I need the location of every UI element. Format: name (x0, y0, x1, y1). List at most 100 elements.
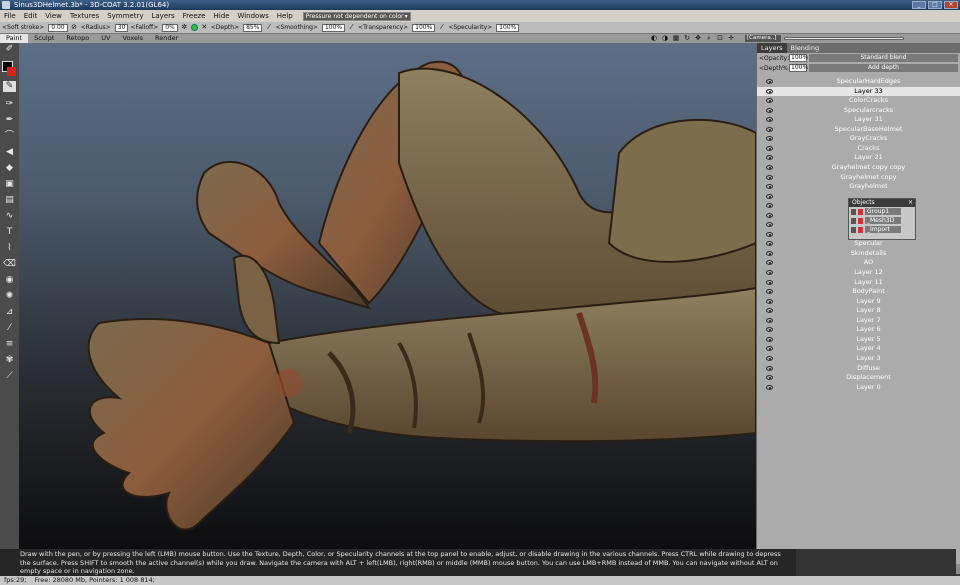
close-button[interactable]: × (944, 1, 958, 9)
layer-row[interactable]: Diffuse (757, 364, 960, 374)
text-icon[interactable]: T (3, 227, 16, 238)
layer-row[interactable]: Layer 21 (757, 153, 960, 163)
falloff-label[interactable]: <Falloff> (130, 24, 158, 31)
layer-row[interactable]: Layer 0 (757, 383, 960, 393)
layer-name[interactable]: Grayhelmet copy (777, 173, 960, 183)
eye-icon[interactable] (766, 289, 773, 295)
soft-stroke-field[interactable]: 0.00 (48, 23, 68, 32)
eye-icon[interactable] (766, 203, 773, 209)
zoom-icon[interactable]: ⌕ (705, 34, 713, 43)
menu-file[interactable]: File (0, 12, 20, 20)
depth-field[interactable]: 85% (243, 23, 263, 32)
pen-icon[interactable]: ✑ (3, 99, 16, 110)
eye-icon[interactable] (766, 79, 773, 84)
soft-stroke-label[interactable]: <Soft stroke> (2, 24, 44, 31)
radius-field[interactable]: 30 (114, 23, 129, 32)
layer-row[interactable]: SpecularBaseHelmet (757, 125, 960, 135)
eye-icon[interactable] (766, 279, 773, 285)
blend-mode-dropdown[interactable]: Standard blend (809, 54, 958, 62)
brush-icon[interactable]: ✐ (3, 44, 16, 55)
sphere-icon[interactable]: ✺ (3, 291, 16, 302)
layer-name[interactable]: Layer 9 (777, 297, 960, 307)
transparency-label[interactable]: <Transparency> (358, 24, 408, 31)
opacity-field[interactable]: 100% (789, 54, 808, 62)
smudge-icon[interactable]: ⌒ (3, 131, 16, 142)
eye-icon[interactable] (766, 298, 773, 304)
radius-label[interactable]: <Radius> (81, 24, 111, 31)
lock-icon[interactable] (858, 217, 863, 224)
tab-blending[interactable]: Blending (787, 43, 824, 53)
layer-name[interactable]: GrayCracks (777, 134, 960, 144)
layer-row[interactable]: Specular (757, 239, 960, 249)
layer-name[interactable]: Specularcracks (777, 106, 960, 116)
menu-freeze[interactable]: Freeze (179, 12, 210, 20)
menu-hide[interactable]: Hide (210, 12, 234, 20)
menu-textures[interactable]: Textures (66, 12, 103, 20)
eye-icon[interactable] (766, 365, 773, 371)
tab-render[interactable]: Render (149, 34, 184, 43)
render-icon[interactable]: ◑ (661, 34, 669, 43)
layer-name[interactable]: Grayhelmet copy copy (777, 163, 960, 173)
curve-icon[interactable]: ∿ (3, 211, 16, 222)
eye-icon[interactable] (766, 317, 773, 323)
color-channel-icon[interactable] (190, 24, 198, 31)
eye-icon[interactable] (766, 126, 773, 132)
layer-name[interactable]: ColorCracks (777, 96, 960, 106)
layer-name[interactable]: Layer 8 (777, 306, 960, 316)
layer-name[interactable]: Layer 11 (777, 278, 960, 288)
eye-icon[interactable] (766, 308, 773, 314)
layer-row[interactable]: Cracks (757, 144, 960, 154)
tab-voxels[interactable]: Voxels (116, 34, 149, 43)
depth-percent-field[interactable]: 100% (789, 64, 808, 72)
layer-row[interactable]: Layer 8 (757, 306, 960, 316)
eye-icon[interactable] (766, 231, 773, 237)
layer-name[interactable]: Cracks (777, 144, 960, 154)
layer-row[interactable]: Skindetails (757, 249, 960, 259)
layer-name[interactable]: Layer 7 (777, 316, 960, 326)
image-icon[interactable]: ▤ (3, 195, 16, 206)
tab-layers[interactable]: Layers (757, 43, 787, 53)
object-name[interactable]: _Import (865, 226, 901, 233)
eye-tool-icon[interactable]: ◉ (3, 275, 16, 286)
tab-paint[interactable]: Paint (0, 34, 29, 43)
transparency-field[interactable]: 100% (412, 23, 436, 32)
grid-icon[interactable]: ▦ (672, 34, 680, 43)
eye-icon[interactable] (766, 327, 773, 333)
layer-name[interactable]: Grayhelmet (777, 182, 960, 192)
layer-row[interactable]: Layer 11 (757, 278, 960, 288)
eye-icon[interactable] (766, 193, 773, 199)
layer-name[interactable]: Layer 0 (777, 383, 960, 393)
eye-icon[interactable] (766, 107, 773, 113)
layer-row[interactable]: Layer 5 (757, 335, 960, 345)
layer-row[interactable]: Grayhelmet copy (757, 173, 960, 183)
menu-symmetry[interactable]: Symmetry (103, 12, 147, 20)
picker-icon[interactable]: ⁄ (3, 323, 16, 334)
eye-icon[interactable] (766, 145, 773, 151)
eye-icon[interactable] (766, 260, 773, 266)
smoothing-label[interactable]: <Smoothing> (275, 24, 317, 31)
eye-icon[interactable] (766, 336, 773, 342)
menu-windows[interactable]: Windows (233, 12, 272, 20)
minimize-button[interactable]: _ (912, 1, 926, 9)
layer-row[interactable]: Grayhelmet copy copy (757, 163, 960, 173)
layer-row[interactable]: Grayhelmet (757, 182, 960, 192)
layer-row[interactable]: SpecularHardEdges (757, 77, 960, 87)
layer-row[interactable]: AO (757, 258, 960, 268)
lock-icon[interactable] (858, 226, 863, 233)
visibility-icon[interactable] (851, 226, 856, 233)
close-icon[interactable]: × (908, 199, 913, 206)
tab-sculpt[interactable]: Sculpt (28, 34, 60, 43)
stamp-icon[interactable]: ▣ (3, 179, 16, 190)
specularity-label[interactable]: <Specularity> (448, 24, 492, 31)
layer-name[interactable]: Layer 5 (777, 335, 960, 345)
layer-row[interactable]: Layer 3 (757, 354, 960, 364)
line-icon[interactable]: ≡ (3, 339, 16, 350)
layer-row[interactable]: Specularcracks (757, 106, 960, 116)
menu-edit[interactable]: Edit (20, 12, 42, 20)
layer-name[interactable]: Layer 3 (777, 354, 960, 364)
layer-name[interactable]: Displacement (777, 373, 960, 383)
shading-icon[interactable]: ◐ (650, 34, 658, 43)
object-item[interactable]: _Mesh3D (849, 216, 915, 225)
layer-row[interactable]: Displacement (757, 373, 960, 383)
layer-row[interactable]: ColorCracks (757, 96, 960, 106)
